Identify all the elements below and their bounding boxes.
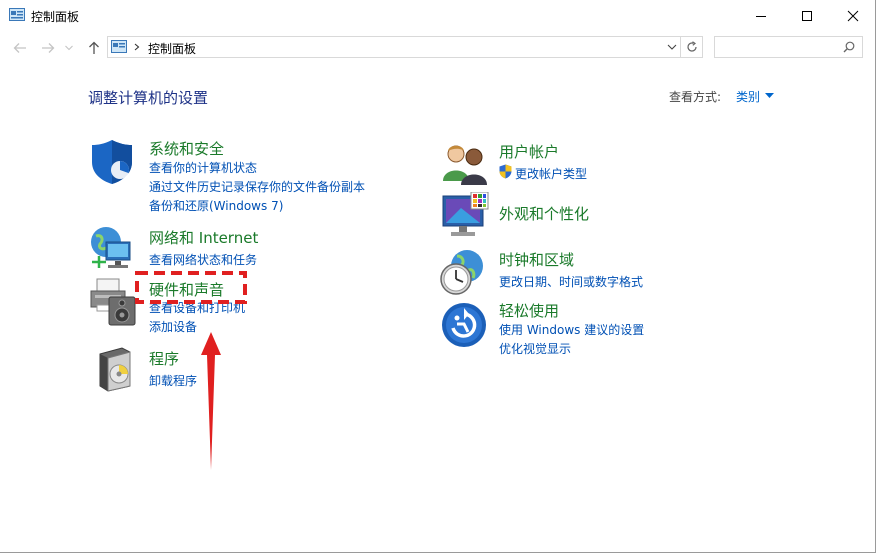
category-clock-region[interactable]: 时钟和区域 (499, 249, 574, 270)
page-heading: 调整计算机的设置 (88, 89, 209, 107)
chevron-down-icon[interactable] (667, 44, 677, 50)
close-icon (847, 10, 859, 21)
close-button[interactable] (830, 0, 876, 31)
refresh-button[interactable] (681, 36, 703, 58)
minimize-button[interactable] (738, 0, 784, 31)
monitor-personalization-icon (442, 192, 489, 236)
refresh-icon (686, 41, 697, 52)
annotation-arrow (201, 332, 221, 470)
chevron-down-icon (65, 45, 73, 51)
up-arrow-icon (89, 41, 99, 54)
chevron-right-icon (134, 43, 140, 51)
search-icon[interactable] (843, 41, 855, 53)
uac-shield-icon (499, 164, 512, 179)
category-network-internet[interactable]: 网络和 Internet (149, 227, 258, 248)
category-appearance-personalization[interactable]: 外观和个性化 (499, 203, 589, 224)
up-button[interactable] (84, 38, 104, 58)
ease-of-access-icon (442, 303, 486, 347)
link-backup-restore[interactable]: 备份和还原(Windows 7) (149, 197, 283, 214)
back-button[interactable] (10, 38, 30, 58)
title-bar: 控制面板 (0, 0, 876, 31)
view-by-dropdown[interactable]: 类别 (736, 88, 760, 105)
control-panel-icon (9, 8, 25, 21)
search-box[interactable] (714, 36, 863, 58)
link-add-device[interactable]: 添加设备 (149, 318, 197, 335)
view-by-label: 查看方式: (669, 90, 722, 104)
link-uninstall-program[interactable]: 卸载程序 (149, 372, 197, 389)
search-input[interactable] (719, 38, 843, 58)
window-title: 控制面板 (31, 10, 80, 24)
users-icon (443, 145, 487, 185)
recent-locations-button[interactable] (62, 38, 76, 58)
clock-globe-icon (440, 250, 483, 295)
minimize-icon (756, 15, 766, 17)
category-hardware-sound[interactable]: 硬件和声音 (149, 279, 224, 300)
network-globe-icon (91, 227, 131, 268)
maximize-button[interactable] (784, 0, 830, 31)
link-change-date-time-format[interactable]: 更改日期、时间或数字格式 (499, 273, 643, 290)
back-arrow-icon (13, 43, 26, 53)
control-panel-icon (111, 40, 127, 53)
breadcrumb-control-panel[interactable]: 控制面板 (148, 40, 196, 57)
shield-icon (92, 140, 132, 184)
printer-speaker-icon (90, 278, 136, 326)
category-user-accounts[interactable]: 用户帐户 (499, 141, 559, 162)
dropdown-arrow-icon[interactable] (765, 93, 774, 99)
link-change-account-type[interactable]: 更改帐户类型 (515, 165, 587, 182)
address-bar[interactable]: 控制面板 (107, 36, 681, 58)
link-file-history-backup[interactable]: 通过文件历史记录保存你的文件备份副本 (149, 178, 365, 195)
link-optimize-visual-display[interactable]: 优化视觉显示 (499, 340, 571, 357)
link-view-computer-status[interactable]: 查看你的计算机状态 (149, 159, 257, 176)
category-programs[interactable]: 程序 (149, 348, 179, 369)
category-system-security[interactable]: 系统和安全 (149, 138, 224, 159)
link-devices-printers[interactable]: 查看设备和打印机 (149, 299, 245, 316)
link-windows-recommended-settings[interactable]: 使用 Windows 建议的设置 (499, 321, 644, 338)
category-ease-of-access[interactable]: 轻松使用 (499, 300, 559, 321)
programs-disc-box-icon (99, 347, 131, 392)
forward-arrow-icon (42, 43, 55, 53)
link-network-status[interactable]: 查看网络状态和任务 (149, 251, 257, 268)
maximize-icon (802, 10, 812, 21)
forward-button[interactable] (38, 38, 58, 58)
